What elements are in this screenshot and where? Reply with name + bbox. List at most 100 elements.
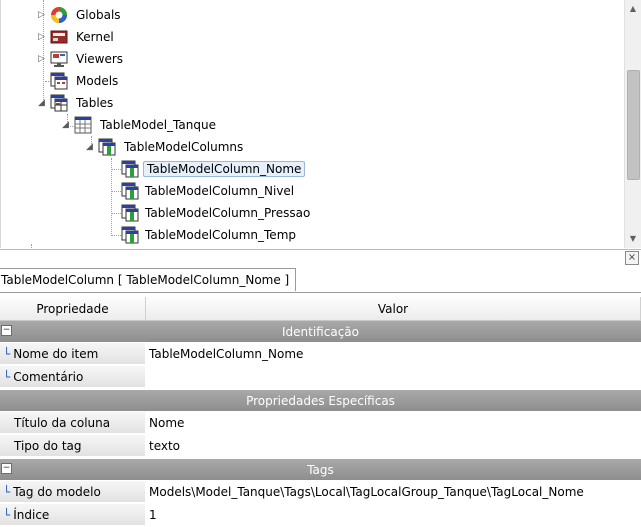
- property-value-cell[interactable]: texto: [146, 435, 641, 457]
- property-grid-header: Propriedade Valor: [0, 297, 641, 321]
- property-name-cell: Título da coluna: [0, 412, 145, 434]
- scroll-down-arrow-icon[interactable]: ▼: [625, 230, 641, 247]
- panel-splitter[interactable]: ×: [0, 250, 641, 268]
- tree-item-tables[interactable]: ◢ Tables: [37, 92, 115, 114]
- project-tree: ▷ Globals ▷ Kernel ▷ Viewers Models ◢ Ta…: [0, 0, 624, 248]
- expand-arrow-icon[interactable]: ▷: [37, 10, 46, 20]
- property-value-cell[interactable]: TableModelColumn_Nome: [146, 343, 641, 365]
- tree-item-label: TableModelColumns: [124, 140, 244, 154]
- property-panel-tab[interactable]: TableModelColumn [ TableModelColumn_Nome…: [0, 268, 297, 291]
- tree-item-label: TableModelColumn_Nivel: [145, 184, 295, 198]
- property-value: texto: [149, 439, 181, 453]
- tree-item-column-temp[interactable]: TableModelColumn_Temp: [121, 224, 298, 246]
- property-name: Nome do item: [13, 346, 99, 361]
- property-row-tipo-do-tag[interactable]: Tipo do tag texto: [0, 435, 641, 458]
- tree-item-column-nivel[interactable]: TableModelColumn_Nivel: [121, 180, 296, 202]
- property-value-cell[interactable]: Models\Model_Tanque\Tags\Local\TagLocalG…: [146, 481, 641, 503]
- property-value-cell[interactable]: 1: [146, 504, 641, 526]
- section-header-identificacao[interactable]: − Identificação: [0, 321, 641, 342]
- collapse-arrow-icon[interactable]: ◢: [37, 98, 46, 108]
- tree-item-tablemodelcolumns[interactable]: ◢ TableModelColumns: [85, 136, 245, 158]
- table-column-icon: [121, 204, 139, 222]
- tree-item-label: TableModel_Tanque: [100, 118, 216, 132]
- tree-branch-icon: └: [3, 346, 11, 361]
- column-header-property[interactable]: Propriedade: [0, 297, 146, 321]
- tree-item-label: Globals: [76, 8, 121, 22]
- tree-item-column-nome[interactable]: TableModelColumn_Nome: [121, 158, 306, 180]
- globals-icon: [50, 6, 68, 24]
- property-row-tag-do-modelo[interactable]: └ Tag do modelo Models\Model_Tanque\Tags…: [0, 481, 641, 504]
- collapse-section-icon[interactable]: −: [1, 325, 12, 336]
- tree-item-label: Models: [76, 74, 119, 88]
- collapse-arrow-icon[interactable]: ◢: [85, 142, 94, 152]
- tree-guide-line: [111, 169, 121, 170]
- table-column-icon: [121, 226, 139, 244]
- close-panel-icon[interactable]: ×: [625, 251, 639, 265]
- scrollbar-thumb[interactable]: [627, 70, 640, 180]
- property-name: Tag do modelo: [13, 484, 101, 499]
- expand-arrow-icon[interactable]: ▷: [37, 32, 46, 42]
- section-header-propriedades-especificas: Propriedades Específicas: [0, 390, 641, 411]
- tree-guide-line: [31, 244, 32, 248]
- section-header-tags[interactable]: − Tags: [0, 459, 641, 480]
- table-model-icon: [74, 116, 92, 134]
- property-name: Índice: [13, 507, 50, 522]
- tree-branch-icon: └: [3, 484, 11, 499]
- property-name: Título da coluna: [14, 415, 111, 430]
- tree-item-models[interactable]: Models: [37, 70, 120, 92]
- property-value: TableModelColumn_Nome: [149, 347, 304, 361]
- models-icon: [50, 72, 68, 90]
- tree-guide-line: [111, 213, 121, 214]
- property-name: Comentário: [13, 369, 84, 384]
- tree-item-label: TableModelColumn_Nome: [143, 161, 306, 177]
- tree-item-label: TableModelColumn_Temp: [145, 228, 296, 242]
- property-grid: Propriedade Valor − Identificação └ Nome…: [0, 292, 641, 526]
- column-header-label: Propriedade: [36, 301, 109, 316]
- column-header-value[interactable]: Valor: [146, 297, 641, 321]
- section-title: Propriedades Específicas: [246, 393, 395, 408]
- tree-item-tablemodel-tanque[interactable]: ◢ TableModel_Tanque: [61, 114, 218, 136]
- tables-icon: [50, 94, 68, 112]
- property-value: 1: [149, 508, 157, 522]
- property-row-comentario[interactable]: └ Comentário: [0, 366, 641, 389]
- tree-item-label: Viewers: [76, 52, 124, 66]
- tree-guide-line: [111, 191, 121, 192]
- tree-branch-icon: └: [3, 369, 11, 384]
- property-value-cell[interactable]: Nome: [146, 412, 641, 434]
- property-row-nome-do-item[interactable]: └ Nome do item TableModelColumn_Nome: [0, 343, 641, 366]
- property-row-indice[interactable]: └ Índice 1: [0, 504, 641, 527]
- table-column-icon: [121, 160, 139, 178]
- collapse-section-icon[interactable]: −: [1, 463, 12, 474]
- tree-branch-icon: └: [3, 507, 11, 522]
- section-title: Identificação: [282, 324, 359, 339]
- tree-item-column-pressao[interactable]: TableModelColumn_Pressao: [121, 202, 312, 224]
- project-tree-panel: ▷ Globals ▷ Kernel ▷ Viewers Models ◢ Ta…: [0, 0, 641, 250]
- viewers-icon: [50, 50, 68, 68]
- scroll-up-arrow-icon[interactable]: ▲: [625, 0, 641, 17]
- property-value-cell[interactable]: [146, 366, 641, 388]
- tree-item-kernel[interactable]: ▷ Kernel: [37, 26, 116, 48]
- property-name-cell: └ Comentário: [0, 366, 145, 388]
- property-row-titulo-da-coluna[interactable]: Título da coluna Nome: [0, 412, 641, 435]
- collapse-arrow-icon[interactable]: ◢: [61, 120, 70, 130]
- expander-placeholder: [37, 77, 46, 86]
- tree-guide-line: [111, 235, 121, 236]
- tree-item-label: TableModelColumn_Pressao: [145, 206, 311, 220]
- property-name-cell: └ Índice: [0, 504, 145, 526]
- tree-item-viewers[interactable]: ▷ Viewers: [37, 48, 125, 70]
- property-value: Models\Model_Tanque\Tags\Local\TagLocalG…: [149, 485, 584, 499]
- property-panel-tab-title: TableModelColumn [ TableModelColumn_Nome…: [1, 273, 290, 287]
- table-column-icon: [121, 182, 139, 200]
- column-header-label: Valor: [377, 301, 409, 316]
- tree-item-label: Tables: [76, 96, 114, 110]
- expand-arrow-icon[interactable]: ▷: [37, 54, 46, 64]
- property-name-cell: └ Tag do modelo: [0, 481, 145, 503]
- kernel-icon: [50, 28, 68, 46]
- tree-item-globals[interactable]: ▷ Globals: [37, 4, 123, 26]
- section-title: Tags: [307, 462, 334, 477]
- tree-item-label: Kernel: [76, 30, 114, 44]
- table-columns-icon: [98, 138, 116, 156]
- property-name-cell: Tipo do tag: [0, 435, 145, 457]
- property-name-cell: └ Nome do item: [0, 343, 145, 365]
- tree-vertical-scrollbar[interactable]: ▲ ▼: [624, 0, 641, 248]
